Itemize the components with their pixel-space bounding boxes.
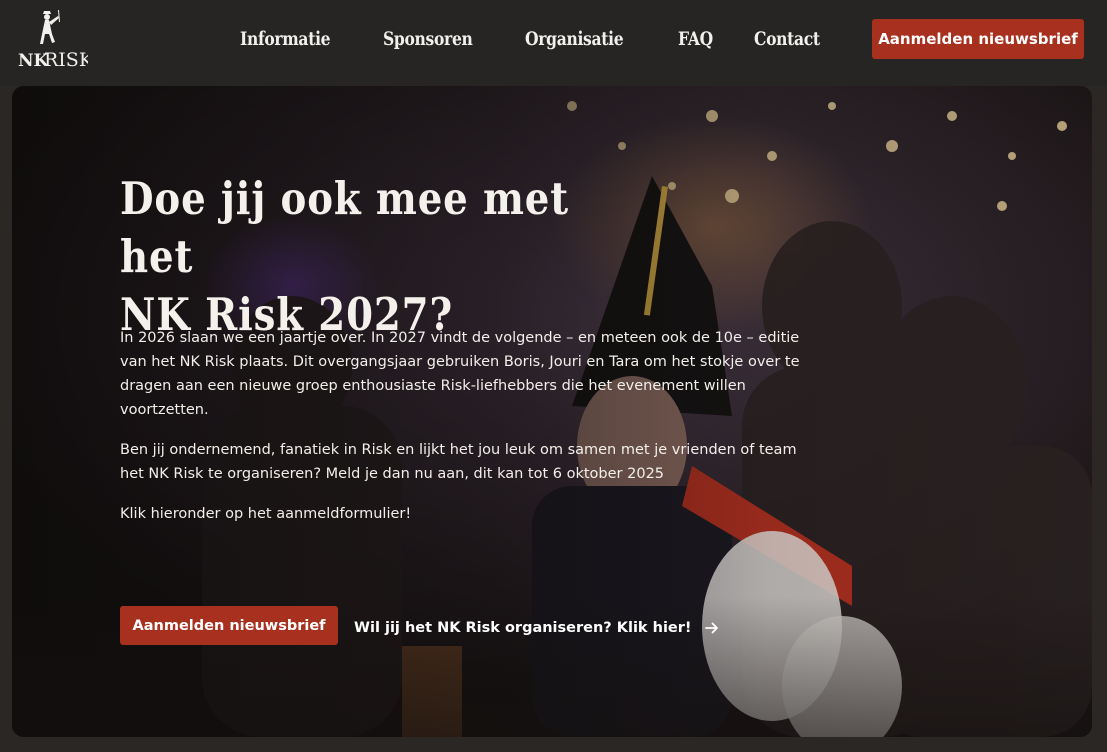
nav-item-contact[interactable]: Contact: [754, 28, 820, 50]
site-header: NK RISK Informatie Sponsoren Organisatie…: [0, 0, 1107, 86]
hero-section: Doe jij ook mee met het NK Risk 2027? In…: [12, 86, 1092, 737]
nav-item-sponsoren[interactable]: Sponsoren: [383, 28, 473, 50]
logo-risk-text: RISK: [44, 49, 88, 71]
nav-item-organisatie[interactable]: Organisatie: [525, 28, 624, 50]
hero-title: Doe jij ook mee met het NK Risk 2027?: [120, 170, 602, 344]
hero-newsletter-button[interactable]: Aanmelden nieuwsbrief: [120, 606, 338, 645]
hero-paragraph-2: Ben jij ondernemend, fanatiek in Risk en…: [120, 442, 797, 482]
hero-paragraph-1: In 2026 slaan we een jaartje over. In 20…: [120, 330, 800, 418]
nk-risk-logo[interactable]: NK RISK: [14, 8, 88, 72]
nav-item-faq[interactable]: FAQ: [678, 28, 713, 50]
main-nav: Informatie Sponsoren Organisatie FAQ Con…: [240, 26, 867, 52]
hero-title-line1: Doe jij ook mee met het: [120, 172, 570, 283]
arrow-right-icon: [704, 620, 720, 636]
hero-paragraph-3: Klik hieronder op het aanmeldformulier!: [120, 506, 412, 522]
organise-link-label: Wil jij het NK Risk organiseren? Klik hi…: [354, 620, 692, 636]
organise-link[interactable]: Wil jij het NK Risk organiseren? Klik hi…: [354, 616, 720, 640]
nav-item-informatie[interactable]: Informatie: [240, 28, 331, 50]
header-newsletter-button[interactable]: Aanmelden nieuwsbrief: [872, 19, 1084, 59]
soldier-logo-icon: NK RISK: [18, 10, 88, 71]
